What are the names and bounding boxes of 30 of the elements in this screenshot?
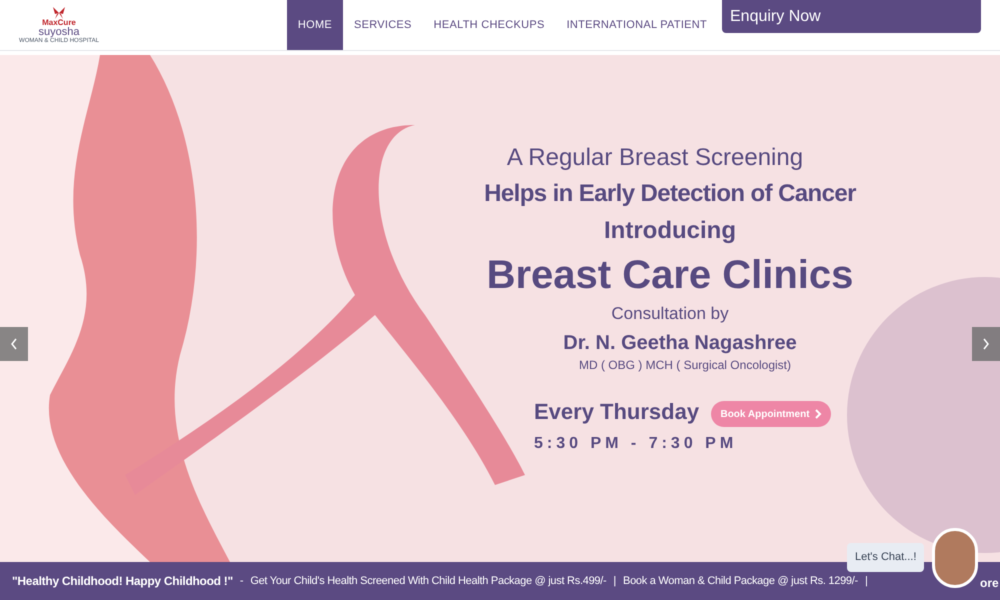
ticker-title: "Healthy Childhood! Happy Childhood !" xyxy=(12,573,233,590)
nav-tab[interactable]: SERVICES xyxy=(343,0,423,50)
chat-label[interactable]: Let's Chat...! xyxy=(847,543,924,572)
day-text: Every Thursday xyxy=(534,398,700,426)
doctor-qualification: MD ( OBG ) MCH ( Surgical Oncologist) xyxy=(578,358,792,372)
nav-tab[interactable]: HOME xyxy=(286,0,344,50)
ticker-separator: | xyxy=(613,574,616,589)
chevron-right-icon xyxy=(982,338,990,350)
ticker-item[interactable]: Book a Woman & Child Package @ just Rs. 1299/- xyxy=(623,572,858,590)
butterfly-icon xyxy=(52,6,66,18)
enquiry-button[interactable]: Enquiry Now xyxy=(722,0,981,33)
time-text: 5:30 PM - 7:30 PM xyxy=(534,434,738,454)
previous-slide-button[interactable] xyxy=(0,327,28,361)
ticker-item[interactable]: ore xyxy=(980,574,999,592)
banner-line: Introducing xyxy=(604,216,736,246)
banner-line: A Regular Breast Screening xyxy=(506,143,804,173)
doctor-name: Dr. N. Geetha Nagashree xyxy=(563,331,797,356)
chevron-left-icon xyxy=(10,338,18,350)
chevron-right-icon xyxy=(814,409,822,419)
logo-name: suyosha xyxy=(38,26,80,38)
ticker-separator: - xyxy=(240,574,244,589)
nav-tab[interactable]: INTERNATIONAL PATIENT xyxy=(556,0,718,50)
ticker-separator: | xyxy=(864,574,868,589)
nav-tab[interactable]: HEALTH CHECKUPS xyxy=(422,0,556,50)
consultation-text: Consultation by xyxy=(611,303,729,325)
logo-brand: MaxCure xyxy=(42,18,76,26)
banner-line: Helps in Early Detection of Cancer xyxy=(484,179,856,209)
next-slide-button[interactable] xyxy=(972,327,1000,361)
ticker-item[interactable]: Get Your Child's Health Screened With Child Health Package @ just Rs.499/- xyxy=(250,572,606,590)
banner-headline: Breast Care Clinics xyxy=(486,252,854,299)
